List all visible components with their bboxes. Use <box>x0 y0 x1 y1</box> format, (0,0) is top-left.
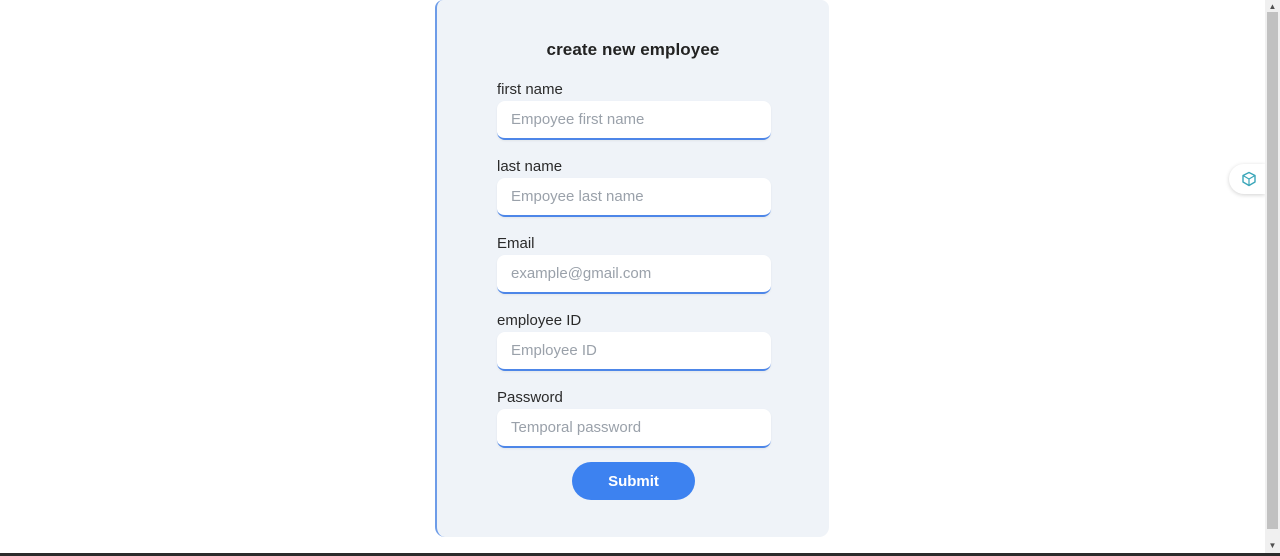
page-viewport: create new employee first name last name… <box>0 0 1265 553</box>
password-label: Password <box>497 389 563 406</box>
scrollbar-thumb[interactable] <box>1267 12 1278 529</box>
extension-floating-button[interactable] <box>1229 164 1265 194</box>
scroll-down-arrow-icon[interactable]: ▼ <box>1268 541 1277 550</box>
first-name-input[interactable] <box>497 101 771 140</box>
form-title: create new employee <box>546 40 720 59</box>
password-input[interactable] <box>497 409 771 448</box>
last-name-label: last name <box>497 158 563 175</box>
scroll-up-arrow-icon[interactable]: ▲ <box>1268 2 1277 11</box>
submit-button[interactable]: Submit <box>572 462 695 500</box>
vertical-scrollbar[interactable]: ▲ ▼ <box>1265 0 1280 553</box>
employee-id-label: employee ID <box>497 312 582 329</box>
last-name-input[interactable] <box>497 178 771 217</box>
cube-outline-icon <box>1242 171 1256 187</box>
create-employee-card: create new employee first name last name… <box>435 0 829 537</box>
email-label: Email <box>497 235 535 252</box>
email-input[interactable] <box>497 255 771 294</box>
employee-id-input[interactable] <box>497 332 771 371</box>
first-name-label: first name <box>497 81 563 98</box>
